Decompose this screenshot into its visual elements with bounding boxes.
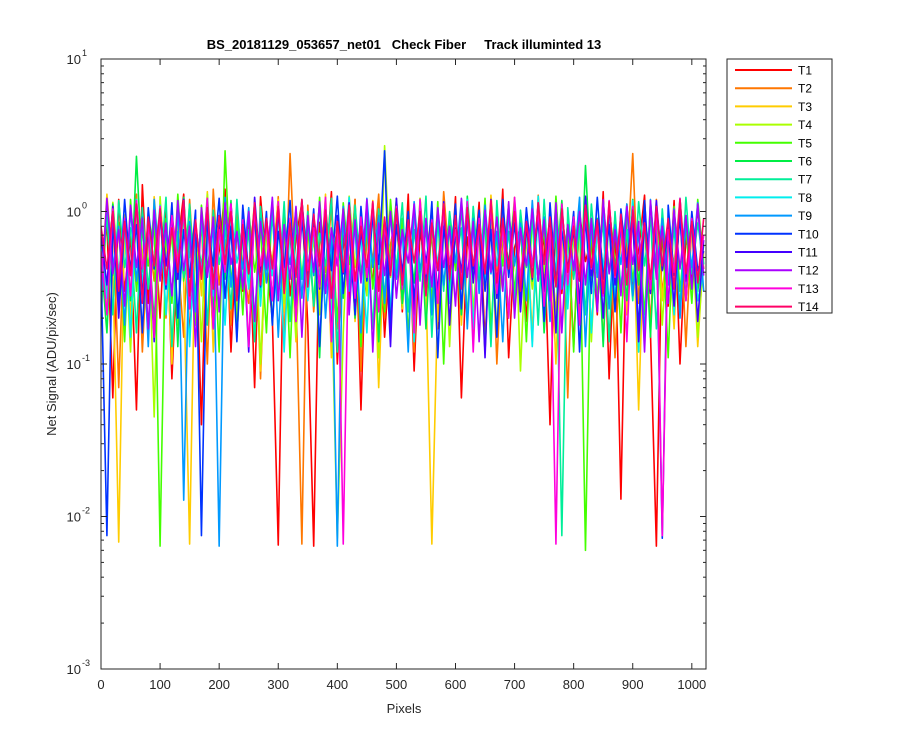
legend-label-t8: T8 [798,191,812,205]
y-tick-label-exponent: 0 [82,201,87,211]
x-tick-label: 500 [386,677,408,692]
legend-label-t6: T6 [798,155,812,169]
y-axis-label: Net Signal (ADU/pix/sec) [44,292,59,436]
y-tick-label-exponent: -3 [82,658,90,668]
legend-label-t4: T4 [798,118,812,132]
legend-label-t14: T14 [798,300,819,314]
x-axis-label: Pixels [387,701,422,716]
plot-area [101,59,706,669]
figure: 0 100 200 300 400 500 600 700 800 900 1000 10 -310-… [0,0,900,750]
legend-label-t7: T7 [798,173,812,187]
legend-label-t11: T11 [798,246,818,260]
legend-label-t3: T3 [798,100,812,114]
x-tick-label: 800 [563,677,585,692]
chart-title: BS_20181129_053657_net01 Check Fiber Tra… [207,37,602,52]
y-tick-label-exponent: 1 [82,48,87,58]
x-tick-label: 200 [208,677,230,692]
y-tick-label: 10 [67,510,81,525]
x-tick-label: 300 [267,677,289,692]
x-tick-label: 400 [326,677,348,692]
legend-label-t10: T10 [798,227,819,241]
x-tick-label: 900 [622,677,644,692]
legend-label-t2: T2 [798,82,812,96]
x-tick-label: 100 [149,677,171,692]
legend-label-t9: T9 [798,209,812,223]
x-tick-label: 600 [445,677,467,692]
y-tick-label: 10 [67,205,81,220]
y-tick-label: 10 [67,662,81,677]
x-tick-label: 1000 [677,677,706,692]
y-tick-label-exponent: -1 [82,353,90,363]
legend-label-t12: T12 [798,264,819,278]
legend-label-t5: T5 [798,136,812,150]
y-tick-label-exponent: -2 [82,506,90,516]
y-tick-label: 10 [67,52,81,67]
x-tick-label: 0 [97,677,104,692]
y-tick-label: 10 [67,357,81,372]
legend-label-t1: T1 [798,64,812,78]
x-tick-label: 700 [504,677,526,692]
legend-label-t13: T13 [798,282,819,296]
legend: T1 T2 T3 T4 T5 T6 T7 T8 T9 T10 T11 T12 T13 T14 [726,58,833,314]
